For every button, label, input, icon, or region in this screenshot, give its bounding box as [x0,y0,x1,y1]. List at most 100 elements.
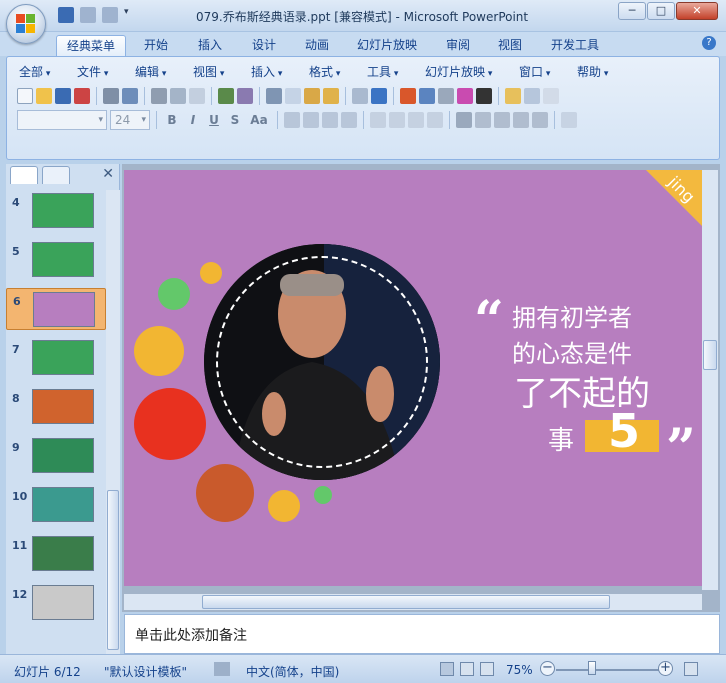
menu-tools[interactable]: 工具 [367,63,398,80]
open-icon[interactable] [36,88,52,104]
chart-icon[interactable] [400,88,416,104]
zoom-slider-knob[interactable] [588,661,596,675]
slide-thumbnail-7[interactable]: 7 [6,337,106,379]
color-icon[interactable] [457,88,473,104]
columns-icon[interactable] [389,112,405,128]
zoom-out-button[interactable]: − [540,661,555,676]
language-status[interactable]: 中文(简体，中国) [246,663,339,680]
tab-view[interactable]: 视图 [498,35,522,56]
text-direction-icon[interactable] [370,112,386,128]
align-right-icon[interactable] [322,112,338,128]
theme-name[interactable]: "默认设计模板" [104,663,187,680]
decrease-indent-icon[interactable] [513,112,529,128]
help-icon[interactable]: ? [702,36,716,50]
slide-thumbnail-4[interactable]: 4 [6,190,106,232]
font-name-combo[interactable] [17,110,107,130]
slide-vertical-scrollbar[interactable] [702,170,718,590]
font-color-icon[interactable] [456,112,472,128]
slide-thumbnail-9[interactable]: 9 [6,435,106,477]
italic-button[interactable]: I [184,111,202,129]
shadow-button[interactable]: S [226,111,244,129]
close-pane-icon[interactable]: ✕ [102,166,114,182]
tab-home[interactable]: 开始 [144,35,168,56]
save-icon[interactable] [58,7,74,23]
close-button[interactable]: ✕ [676,2,718,20]
menu-help[interactable]: 帮助 [577,63,608,80]
align-left-icon[interactable] [284,112,300,128]
window-icon[interactable] [189,88,205,104]
tab-animations[interactable]: 动画 [305,35,329,56]
tab-slides[interactable] [10,166,38,184]
preview-icon[interactable] [170,88,186,104]
menu-edit[interactable]: 编辑 [135,63,166,80]
undo-icon[interactable] [352,88,368,104]
minimize-button[interactable]: ─ [618,2,646,20]
menu-format[interactable]: 格式 [309,63,340,80]
cut-icon[interactable] [266,88,282,104]
layout-icon[interactable] [524,88,540,104]
hyperlink-icon[interactable] [438,88,454,104]
save-icon[interactable] [55,88,71,104]
underline-button[interactable]: U [205,111,223,129]
tab-insert[interactable]: 插入 [198,35,222,56]
tab-slideshow[interactable]: 幻灯片放映 [357,35,417,56]
align-center-icon[interactable] [303,112,319,128]
redo-icon[interactable] [102,7,118,23]
print-icon[interactable] [151,88,167,104]
paste-icon[interactable] [304,88,320,104]
table-icon[interactable] [419,88,435,104]
menu-view[interactable]: 视图 [193,63,224,80]
undo-icon[interactable] [80,7,96,23]
grayscale-icon[interactable] [476,88,492,104]
menu-all[interactable]: 全部 [19,63,50,80]
tab-classic-menu[interactable]: 经典菜单 [56,35,127,56]
email-icon[interactable] [122,88,138,104]
current-slide[interactable]: jing “ 拥有初学者 的心态是件 了不起的 事 5 ” [124,170,702,586]
slideshow-view-icon[interactable] [480,662,494,676]
slide-thumbnail-6[interactable]: 6 [6,288,106,330]
format-painter-icon[interactable] [323,88,339,104]
zoom-in-button[interactable]: + [658,661,673,676]
new-slide-icon[interactable] [505,88,521,104]
bold-button[interactable]: B [163,111,181,129]
menu-window[interactable]: 窗口 [519,63,550,80]
slide-horizontal-scrollbar[interactable] [124,594,702,610]
customize-qat-icon[interactable]: ▾ [124,7,140,23]
copy-icon[interactable] [285,88,301,104]
reset-icon[interactable] [543,88,559,104]
research-icon[interactable] [237,88,253,104]
fit-to-window-icon[interactable] [684,662,698,676]
change-case-button[interactable]: Aa [247,111,271,129]
font-size-combo[interactable]: 24 [110,110,150,130]
justify-icon[interactable] [341,112,357,128]
spelling-status-icon[interactable] [214,662,230,676]
thumbnails-scrollbar[interactable] [106,190,120,654]
zoom-slider-track[interactable] [556,669,662,671]
menu-file[interactable]: 文件 [77,63,108,80]
slide-thumbnail-8[interactable]: 8 [6,386,106,428]
tab-developer[interactable]: 开发工具 [551,35,599,56]
sorter-view-icon[interactable] [460,662,474,676]
zoom-level[interactable]: 75% [506,663,533,677]
tab-design[interactable]: 设计 [252,35,276,56]
shrink-font-icon[interactable] [494,112,510,128]
numbering-icon[interactable] [408,112,424,128]
grow-font-icon[interactable] [475,112,491,128]
menu-slideshow[interactable]: 幻灯片放映 [425,63,492,80]
new-icon[interactable] [17,88,33,104]
maximize-button[interactable]: □ [647,2,675,20]
tab-outline[interactable] [42,166,70,184]
permission-icon[interactable] [74,88,90,104]
bullets-icon[interactable] [427,112,443,128]
slide-design-icon[interactable] [561,112,577,128]
spelling-icon[interactable] [218,88,234,104]
tab-review[interactable]: 审阅 [446,35,470,56]
increase-indent-icon[interactable] [532,112,548,128]
scrollbar-thumb[interactable] [202,595,610,609]
office-button[interactable] [6,4,46,44]
scrollbar-thumb[interactable] [703,340,717,370]
redo-icon[interactable] [371,88,387,104]
slide-thumbnail-12[interactable]: 12 [6,582,106,624]
menu-insert[interactable]: 插入 [251,63,282,80]
print-preview-icon[interactable] [103,88,119,104]
